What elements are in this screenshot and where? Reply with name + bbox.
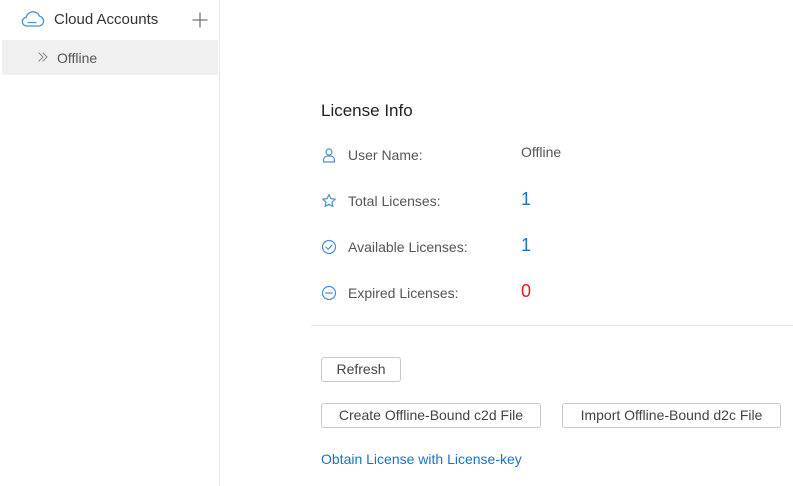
available-licenses-label: Available Licenses: xyxy=(348,239,468,255)
available-licenses-value: 1 xyxy=(521,235,532,255)
sidebar-item-label: Offline xyxy=(57,50,98,66)
refresh-button[interactable]: Refresh xyxy=(321,357,401,382)
sidebar: Cloud Accounts Offline xyxy=(0,0,220,486)
expired-licenses-label: Expired Licenses: xyxy=(348,285,459,301)
available-licenses-row: Available Licenses: 1 xyxy=(321,235,751,259)
create-c2d-file-button[interactable]: Create Offline-Bound c2d File xyxy=(321,403,541,428)
cloud-icon xyxy=(21,11,45,27)
expired-licenses-value: 0 xyxy=(521,281,532,301)
plus-icon[interactable] xyxy=(190,10,210,30)
total-licenses-label: Total Licenses: xyxy=(348,193,441,209)
divider xyxy=(311,325,793,326)
check-circle-icon xyxy=(321,239,337,255)
user-name-row: User Name: Offline xyxy=(321,143,751,167)
obtain-license-link[interactable]: Obtain License with License-key xyxy=(321,451,522,467)
expired-licenses-row: Expired Licenses: 0 xyxy=(321,281,751,305)
double-chevron-right-icon xyxy=(38,52,48,62)
user-name-value: Offline xyxy=(521,144,562,160)
section-title: License Info xyxy=(321,101,413,120)
sidebar-header: Cloud Accounts xyxy=(0,0,220,40)
star-icon xyxy=(322,193,336,208)
total-licenses-value: 1 xyxy=(521,189,532,209)
app-window: Cloud Accounts Offline License Info User… xyxy=(0,0,793,486)
minus-circle-icon xyxy=(321,285,337,301)
user-name-label: User Name: xyxy=(348,147,423,163)
main-panel: License Info User Name: Offline Total Li… xyxy=(221,0,793,486)
total-licenses-row: Total Licenses: 1 xyxy=(321,189,751,213)
user-icon xyxy=(322,148,336,163)
sidebar-title: Cloud Accounts xyxy=(54,11,159,28)
sidebar-item-offline[interactable]: Offline xyxy=(2,40,218,75)
import-d2c-file-button[interactable]: Import Offline-Bound d2c File xyxy=(562,403,781,428)
